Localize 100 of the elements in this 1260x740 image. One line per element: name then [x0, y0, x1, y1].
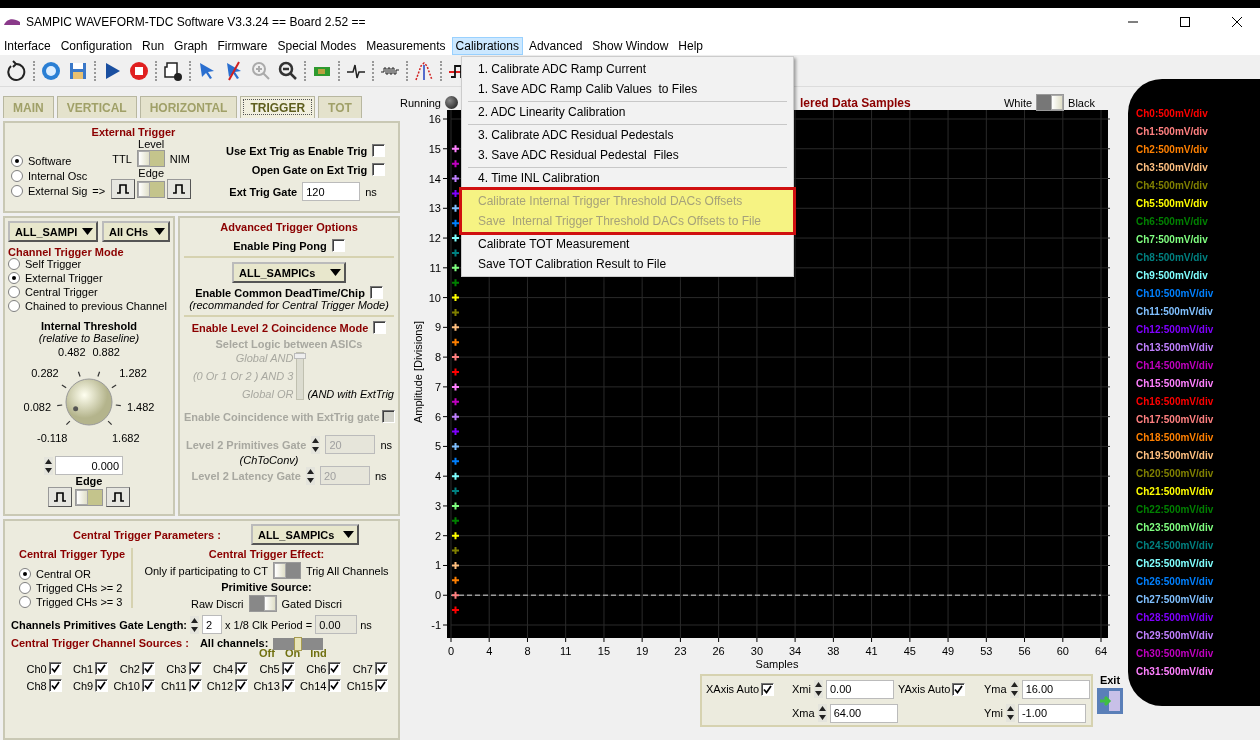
toggle-switch[interactable]	[248, 595, 277, 612]
legend-label: Ch21:500mV/div	[1136, 485, 1215, 499]
edge-button[interactable]	[48, 487, 72, 507]
checkbox[interactable]	[331, 239, 345, 252]
maximize-icon[interactable]	[1180, 17, 1190, 27]
radio-button[interactable]	[8, 258, 20, 270]
stop-icon[interactable]	[128, 59, 150, 82]
checkbox[interactable]	[141, 679, 155, 692]
histogram-icon[interactable]	[413, 59, 435, 82]
toggle-switch[interactable]	[272, 562, 301, 579]
radio-button[interactable]	[8, 272, 20, 284]
checkbox[interactable]	[372, 163, 386, 176]
input-field[interactable]: 64.00	[829, 703, 898, 723]
spin-button[interactable]	[817, 704, 827, 722]
radio-button[interactable]	[11, 170, 23, 182]
radio-button[interactable]	[19, 596, 31, 608]
spin-button[interactable]	[1005, 704, 1015, 722]
spin-button[interactable]	[1009, 680, 1019, 698]
menu-item[interactable]: Calibrations	[451, 36, 523, 55]
checkbox[interactable]	[188, 662, 202, 675]
spin-button[interactable]	[305, 466, 315, 485]
script-icon[interactable]	[162, 59, 184, 82]
checkbox[interactable]	[375, 679, 388, 692]
dropdown[interactable]: ALL_SAMPI	[8, 221, 98, 242]
radio-button[interactable]	[11, 185, 23, 197]
radio-button[interactable]	[19, 568, 31, 580]
toggle-switch[interactable]	[137, 180, 166, 198]
menu-item[interactable]: 4. Time INL Calibration	[468, 168, 787, 188]
radio-button[interactable]	[11, 155, 23, 167]
toggle-switch[interactable]	[136, 150, 165, 167]
checkbox[interactable]	[188, 679, 202, 692]
radio-button[interactable]	[8, 286, 20, 298]
radio-button[interactable]	[8, 300, 20, 312]
checkbox[interactable]	[95, 679, 109, 692]
menu-item[interactable]: Advanced	[524, 36, 587, 55]
dropdown[interactable]: ALL_SAMPICs	[250, 524, 359, 545]
checkbox[interactable]	[235, 662, 249, 675]
input-field[interactable]: 2	[202, 615, 223, 634]
legend-label: Ch10:500mV/div	[1136, 287, 1215, 301]
edge-button[interactable]	[111, 179, 136, 199]
checkbox[interactable]	[952, 682, 966, 696]
label: Ext Trig Gate	[229, 185, 298, 198]
close-icon[interactable]	[1232, 17, 1242, 27]
checkbox[interactable]	[235, 679, 249, 692]
menu-item[interactable]: 3. Calibrate ADC Residual Pedestals	[468, 125, 787, 145]
legend-label: Ch7:500mV/div	[1136, 233, 1209, 247]
menu-item[interactable]: Interface	[0, 36, 55, 55]
input-field[interactable]: 0.000	[55, 456, 123, 475]
checkbox[interactable]	[48, 679, 62, 692]
checkbox[interactable]	[281, 662, 295, 675]
input-field[interactable]: 16.00	[1021, 679, 1090, 699]
input-field[interactable]: 0.00	[315, 615, 358, 634]
menu-item[interactable]: Calibrate TOT Measurement	[468, 234, 787, 254]
menu-item[interactable]: Special Modes	[273, 36, 361, 55]
tab[interactable]: TRIGGER	[240, 96, 316, 118]
checkbox[interactable]	[375, 662, 388, 675]
menu-item[interactable]: 3. Save ADC Residual Pedestal Files	[468, 145, 787, 165]
spin-button[interactable]	[311, 435, 321, 454]
checkbox[interactable]	[372, 144, 386, 157]
checkbox[interactable]	[761, 682, 775, 696]
radio-button[interactable]	[19, 582, 31, 594]
checkbox[interactable]	[328, 679, 342, 692]
axis-tick-label: 12	[428, 232, 441, 245]
checkbox[interactable]	[141, 662, 155, 675]
spin-button[interactable]	[190, 615, 200, 634]
input-field[interactable]: 0.00	[825, 679, 894, 699]
menu-item[interactable]: 2. ADC Linearity Calibration	[468, 102, 787, 122]
checkbox[interactable]	[369, 286, 383, 299]
spin-button[interactable]	[813, 680, 823, 698]
checkbox[interactable]	[48, 662, 62, 675]
menu-item[interactable]: Measurements	[362, 36, 450, 55]
dropdown[interactable]: ALL_SAMPICs	[232, 262, 346, 283]
option-label: Chained to previous Channel	[25, 300, 167, 312]
zoom-out-icon[interactable]	[277, 59, 299, 82]
edge-button[interactable]	[106, 487, 130, 507]
menu-item[interactable]: Configuration	[56, 36, 137, 55]
dropdown[interactable]: All CHs	[102, 221, 170, 242]
spin-button[interactable]	[44, 456, 53, 475]
info-icon[interactable]	[40, 59, 62, 82]
slider-thumb[interactable]	[294, 637, 303, 651]
refresh-icon[interactable]	[6, 59, 28, 82]
input-field[interactable]: -1.00	[1017, 703, 1086, 723]
menu-item[interactable]: Help	[674, 36, 708, 55]
input-field[interactable]: 120	[302, 182, 361, 201]
menu-item[interactable]: 1. Calibrate ADC Ramp Current	[468, 59, 787, 79]
legend-label: Ch9:500mV/div	[1136, 269, 1209, 283]
edge-button[interactable]	[167, 179, 192, 199]
menu-item[interactable]: Save TOT Calibration Result to File	[468, 254, 787, 274]
scale-label: 1.482	[125, 400, 156, 413]
checkbox[interactable]	[281, 679, 295, 692]
menu-item[interactable]: Run	[138, 36, 169, 55]
menu-item[interactable]: Graph	[170, 36, 212, 55]
toggle-switch[interactable]	[1036, 94, 1065, 111]
legend-label: Ch3:500mV/div	[1136, 161, 1209, 175]
checkbox[interactable]	[328, 662, 342, 675]
menu-item[interactable]: Firmware	[213, 36, 272, 55]
checkbox[interactable]	[95, 662, 109, 675]
menu-item[interactable]: 1. Save ADC Ramp Calib Values to Files	[468, 79, 787, 99]
menu-item[interactable]: Show Window	[588, 36, 673, 55]
toggle-switch[interactable]	[75, 488, 103, 506]
